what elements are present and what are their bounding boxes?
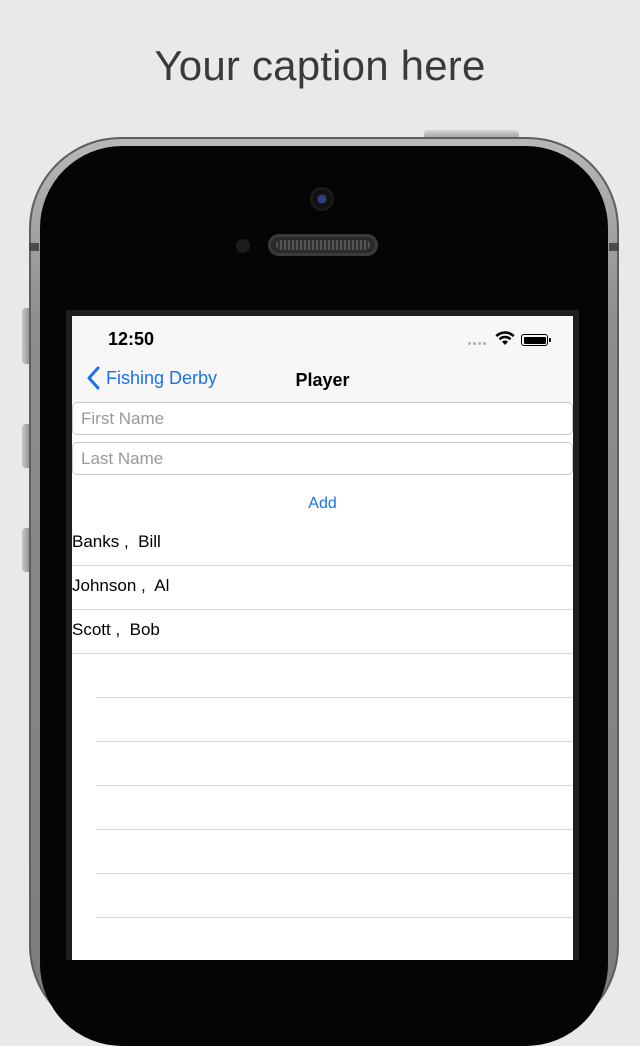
empty-row (72, 742, 573, 786)
front-camera (310, 187, 334, 211)
proximity-sensor (236, 239, 250, 253)
empty-row (72, 830, 573, 874)
add-button[interactable]: Add (72, 495, 573, 513)
caption: Your caption here (154, 42, 486, 89)
empty-row (72, 918, 573, 960)
signal-icon (468, 342, 486, 345)
empty-row (72, 874, 573, 918)
phone-band-right (609, 243, 619, 251)
list-item[interactable]: Scott , Bob (72, 610, 573, 654)
battery-icon (521, 334, 548, 346)
earpiece-speaker (268, 234, 378, 256)
player-name: Scott , Bob (72, 620, 160, 639)
page-title: Player (295, 370, 350, 390)
first-name-field[interactable] (72, 402, 573, 435)
wifi-icon (495, 331, 515, 345)
list-item[interactable]: Johnson , Al (72, 566, 573, 610)
player-name: Banks , Bill (72, 532, 161, 551)
status-time: 12:50 (108, 329, 155, 349)
empty-row (72, 654, 573, 698)
battery-tip (549, 338, 551, 342)
screen: 12:50 Fishing Derby Player Add Banks , B… (72, 316, 573, 960)
player-name: Johnson , Al (72, 576, 170, 595)
navigation-bar: 12:50 Fishing Derby Player (72, 316, 573, 402)
empty-row (72, 698, 573, 742)
phone-band-left (29, 243, 39, 251)
list-item[interactable]: Banks , Bill (72, 522, 573, 566)
empty-row (72, 786, 573, 830)
player-list: Banks , Bill Johnson , Al Scott , Bob (72, 522, 573, 960)
last-name-field[interactable] (72, 442, 573, 475)
